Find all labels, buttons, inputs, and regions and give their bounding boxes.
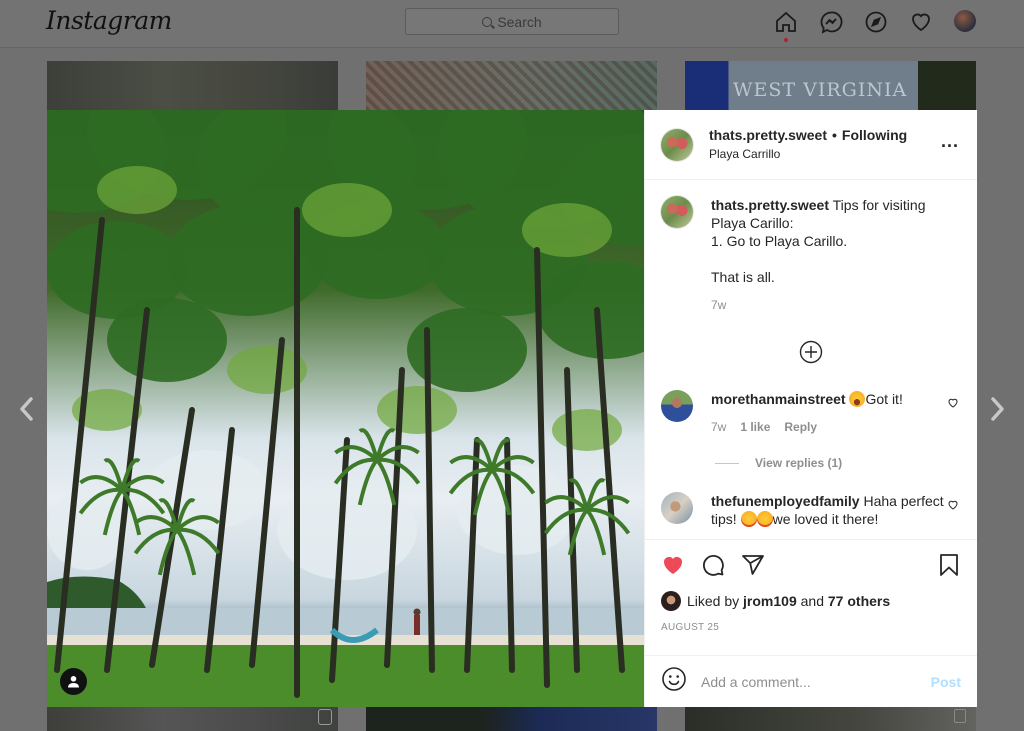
carousel-icon — [954, 709, 966, 723]
previous-post-button[interactable] — [17, 395, 37, 423]
liked-by: Liked by jrom109 and 77 others — [661, 591, 961, 611]
following-button[interactable]: Following — [842, 127, 907, 143]
person-head — [413, 608, 421, 616]
author-avatar[interactable] — [661, 196, 693, 228]
palm-beach-illustration — [47, 110, 644, 707]
reply-button[interactable]: Reply — [784, 418, 817, 436]
send-paper-plane-icon — [742, 554, 764, 575]
post-location[interactable]: Playa Carrillo — [709, 147, 907, 162]
caption-age[interactable]: 7w — [711, 296, 726, 314]
comment-like-button[interactable] — [947, 498, 959, 510]
post-sidebar: thats.pretty.sweet • Following Playa Carri… — [644, 110, 977, 707]
post-actions: Liked by jrom109 and 77 others August 25 — [645, 539, 977, 655]
heart-outline-icon — [948, 398, 958, 408]
caption-username[interactable]: thats.pretty.sweet — [711, 197, 829, 213]
heart-outline-icon — [948, 500, 958, 510]
caption: thats.pretty.sweet Tips for visiting Pla… — [661, 196, 961, 314]
liker-avatar[interactable] — [661, 591, 681, 611]
like-button[interactable] — [661, 553, 685, 582]
reel-icon — [318, 709, 332, 725]
post-date[interactable]: August 25 — [661, 622, 961, 633]
palm-frond — [302, 183, 392, 237]
chevron-left-icon — [20, 397, 33, 421]
search-icon — [482, 16, 493, 27]
post-modal: thats.pretty.sweet • Following Playa Carri… — [47, 110, 977, 707]
bookmark-icon — [940, 553, 958, 576]
grass — [47, 645, 644, 707]
thumbnail-sign-text: WEST VIRGINIA — [733, 79, 908, 101]
comment-text: Got it! — [865, 391, 903, 407]
grid-thumbnail[interactable] — [366, 707, 657, 731]
comment-username[interactable]: morethanmainstreet — [711, 391, 846, 407]
active-indicator-dot — [784, 38, 788, 42]
comment-like-button[interactable] — [947, 396, 959, 408]
sea — [47, 608, 644, 638]
palm-canopy — [107, 298, 227, 382]
user-tag-icon — [68, 676, 79, 688]
post-photo[interactable] — [47, 110, 644, 707]
post-header: thats.pretty.sweet • Following Playa Carri… — [645, 110, 977, 180]
messenger-icon[interactable] — [819, 10, 843, 34]
heart-eyes-emoji — [740, 511, 757, 527]
add-comment-bar: Post — [645, 655, 977, 707]
person — [414, 615, 420, 635]
comment-bubble-icon — [703, 554, 724, 576]
comment-item: morethanmainstreet Got it! 7w 1 like Rep… — [661, 390, 961, 436]
view-replies-button[interactable]: View replies (1) — [715, 456, 961, 470]
search-placeholder: Search — [497, 13, 542, 30]
author-avatar[interactable] — [661, 128, 693, 161]
laughing-emoji — [849, 391, 866, 407]
palm-frond — [175, 528, 197, 576]
separator-dot: • — [832, 127, 837, 144]
comment-age[interactable]: 7w — [711, 418, 726, 436]
palm-frond — [585, 508, 607, 556]
view-replies-label: View replies (1) — [755, 456, 843, 470]
commenter-avatar[interactable] — [661, 492, 693, 524]
instagram-logo[interactable]: Instagram — [46, 6, 172, 35]
smiley-emoji-icon — [662, 667, 686, 691]
palm-frond — [377, 386, 457, 434]
palm-frond — [552, 409, 622, 451]
grid-thumbnail[interactable] — [685, 707, 976, 731]
grid-thumbnail[interactable] — [366, 61, 657, 111]
user-tag-button[interactable] — [60, 668, 87, 695]
top-navigation-bar: Instagram Search — [0, 0, 1024, 48]
liked-by-and: and — [800, 593, 824, 609]
save-button[interactable] — [937, 553, 961, 582]
profile-avatar[interactable] — [954, 10, 978, 34]
comment-likes[interactable]: 1 like — [740, 418, 770, 436]
next-post-button[interactable] — [987, 395, 1007, 423]
more-options-button[interactable]: ... — [941, 132, 959, 150]
chevron-right-icon — [991, 397, 1004, 421]
comment-button[interactable] — [701, 553, 725, 582]
grid-thumbnail[interactable] — [47, 707, 338, 731]
comments-section: thats.pretty.sweet Tips for visiting Pla… — [645, 180, 977, 539]
palm-canopy — [167, 204, 327, 316]
grid-thumbnail[interactable]: WEST VIRGINIA — [685, 61, 976, 111]
plus-circle-icon — [799, 340, 823, 364]
liked-by-user[interactable]: jrom109 — [743, 593, 797, 609]
load-more-comments-button[interactable] — [661, 340, 961, 364]
liked-by-prefix: Liked by — [687, 593, 740, 609]
heart-eyes-emoji — [756, 511, 773, 527]
commenter-avatar[interactable] — [661, 390, 693, 422]
emoji-picker-button[interactable] — [661, 666, 687, 697]
share-button[interactable] — [741, 553, 765, 582]
home-icon[interactable] — [774, 10, 798, 42]
replies-divider — [715, 462, 739, 464]
liked-by-others[interactable]: 77 others — [828, 593, 890, 609]
explore-compass-icon[interactable] — [864, 10, 888, 34]
post-comment-button[interactable]: Post — [931, 674, 961, 690]
heart-filled-icon — [664, 556, 682, 574]
comment-item: thefunemployedfamily Haha perfect tips! … — [661, 492, 961, 528]
comment-text-continued: we loved it there! — [772, 511, 879, 527]
nav-icons — [774, 10, 978, 42]
comment-username[interactable]: thefunemployedfamily — [711, 493, 860, 509]
search-input[interactable]: Search — [405, 8, 619, 35]
palm-frond — [97, 166, 177, 214]
grid-thumbnail[interactable] — [47, 61, 338, 111]
activity-heart-icon[interactable] — [909, 10, 933, 34]
author-username[interactable]: thats.pretty.sweet — [709, 127, 827, 143]
add-comment-input[interactable] — [701, 673, 931, 690]
